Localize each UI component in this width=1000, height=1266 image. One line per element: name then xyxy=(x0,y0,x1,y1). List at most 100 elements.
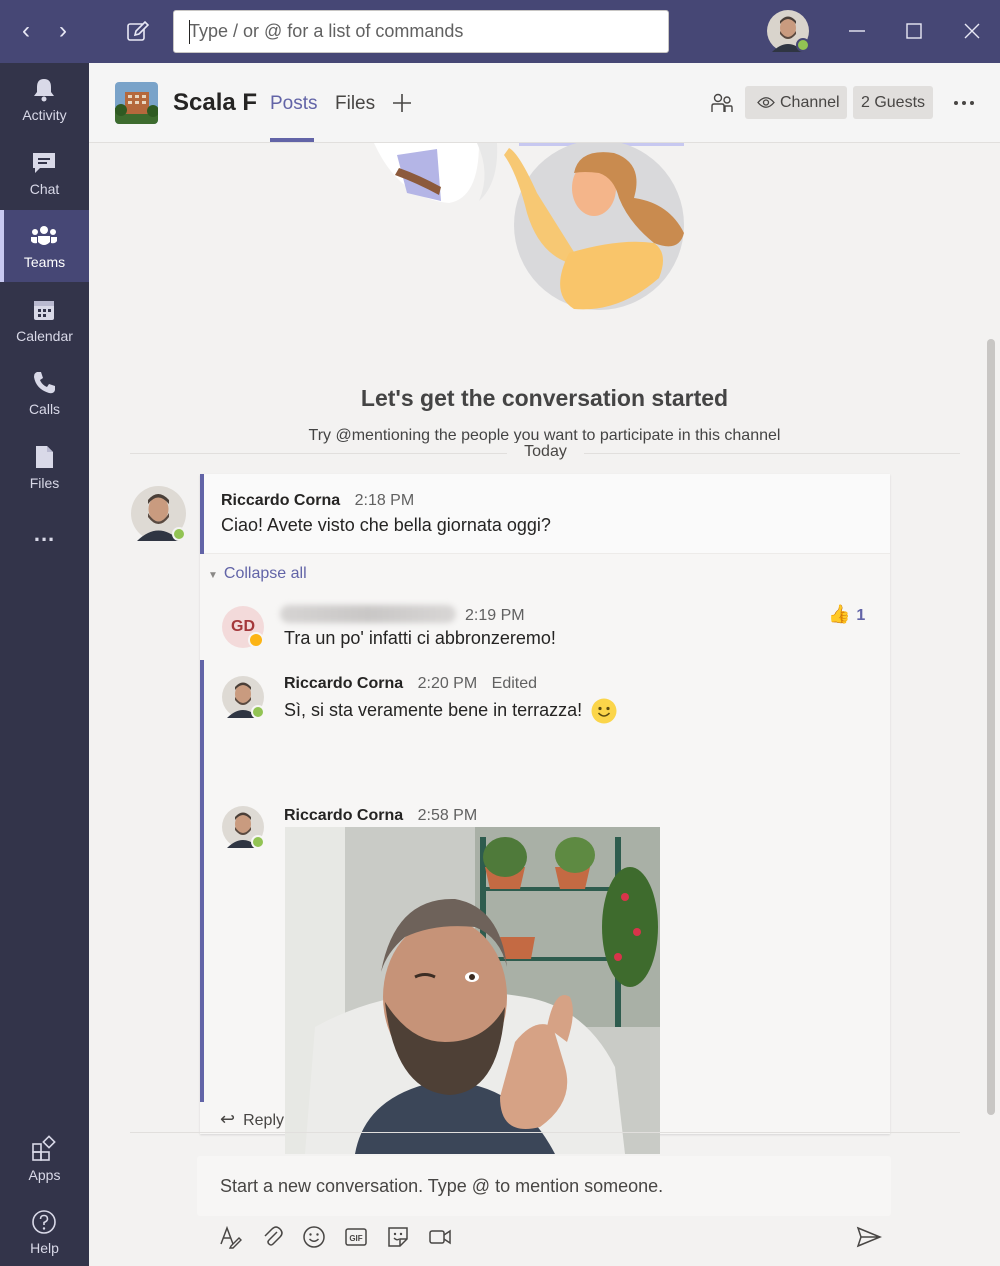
my-profile-avatar[interactable] xyxy=(767,10,810,52)
channel-header: Scala F Posts Files Channel 2 Guests xyxy=(89,63,1000,143)
emoji-icon[interactable] xyxy=(301,1224,327,1250)
composer-divider xyxy=(130,1132,960,1133)
calendar-icon xyxy=(34,301,54,320)
rail-item-calendar[interactable]: Calendar xyxy=(0,284,89,356)
rail-label: Chat xyxy=(29,181,60,197)
reply-message: Tra un po' infatti ci abbronzeremo! xyxy=(284,628,556,648)
thread-accent-bar xyxy=(200,474,204,554)
bell-icon xyxy=(34,79,54,102)
post-message: Ciao! Avete visto che bella giornata ogg… xyxy=(221,515,551,535)
sticker-icon[interactable] xyxy=(385,1224,411,1250)
rail-item-files[interactable]: Files xyxy=(0,431,89,503)
gif-icon[interactable]: GIF xyxy=(343,1224,369,1250)
add-tab-icon[interactable] xyxy=(390,91,414,115)
forward-arrow-icon[interactable]: › xyxy=(51,14,75,48)
maximize-icon[interactable] xyxy=(897,14,931,48)
team-name: Scala F xyxy=(173,89,258,116)
presence-available-icon xyxy=(172,527,186,541)
attach-icon[interactable] xyxy=(259,1224,285,1250)
post-author-avatar[interactable] xyxy=(131,486,186,541)
reply-timestamp: 2:20 PM xyxy=(417,675,478,692)
reply-message: Sì, si sta veramente bene in terrazza! xyxy=(284,698,617,724)
caret-down-icon: ▼ xyxy=(208,570,218,581)
like-reaction[interactable]: 👍 1 xyxy=(828,604,865,625)
title-bar: ‹ › xyxy=(0,0,1000,63)
compose-box[interactable] xyxy=(197,1156,891,1216)
minimize-icon[interactable] xyxy=(840,14,874,48)
format-icon[interactable] xyxy=(217,1224,243,1250)
reply-arrow-icon: ↩ xyxy=(220,1109,236,1129)
reply-author-name[interactable]: Riccardo Corna xyxy=(284,807,403,824)
tab-files[interactable]: Files xyxy=(335,93,375,115)
empty-state-title: Let's get the conversation started xyxy=(360,385,729,411)
app-bar: Activity Chat Teams Calendar Calls Files… xyxy=(0,63,89,1266)
reaction-count: 1 xyxy=(856,607,866,624)
eye-icon xyxy=(757,97,775,108)
teams-icon xyxy=(31,226,57,245)
send-icon[interactable] xyxy=(856,1225,882,1249)
command-search-input[interactable] xyxy=(174,11,668,52)
rail-label: Calendar xyxy=(16,328,73,344)
meet-now-icon[interactable] xyxy=(427,1224,453,1250)
root-post[interactable] xyxy=(200,474,890,554)
thread-accent-bar xyxy=(200,660,204,1102)
presence-available-icon xyxy=(251,835,265,849)
command-search-box[interactable] xyxy=(173,10,669,53)
post-timestamp: 2:18 PM xyxy=(354,492,415,509)
presence-available-icon xyxy=(251,705,265,719)
shared-photo[interactable] xyxy=(285,827,660,1154)
rail-item-activity[interactable]: Activity xyxy=(0,63,89,135)
chat-icon xyxy=(33,153,55,173)
collapse-all-label: Collapse all xyxy=(223,565,307,582)
more-apps-button[interactable]: ... xyxy=(0,521,89,547)
compose-input[interactable] xyxy=(197,1156,891,1216)
conversation-thread: Riccardo Corna 2:18 PM Ciao! Avete visto… xyxy=(200,474,890,1154)
reply-author-avatar[interactable] xyxy=(222,806,265,849)
reply-button[interactable]: ↩ Reply xyxy=(220,1109,284,1130)
reply-author-avatar[interactable] xyxy=(222,676,265,719)
presence-away-icon xyxy=(248,632,264,648)
file-icon xyxy=(36,446,53,468)
team-members-icon[interactable] xyxy=(710,91,734,115)
apps-icon xyxy=(32,1135,56,1161)
tab-posts[interactable]: Posts xyxy=(270,93,318,115)
guests-button[interactable]: 2 Guests xyxy=(853,86,933,119)
active-tab-indicator xyxy=(270,138,314,142)
reply-timestamp: 2:58 PM xyxy=(417,807,478,824)
reply-author-name[interactable]: Riccardo Corna xyxy=(284,675,403,692)
rail-label: Calls xyxy=(28,401,61,417)
team-avatar[interactable] xyxy=(115,82,158,124)
thumbs-up-icon: 👍 xyxy=(828,604,851,624)
new-chat-icon[interactable] xyxy=(122,16,152,46)
more-options-icon[interactable] xyxy=(951,91,977,115)
scrollbar-thumb[interactable] xyxy=(987,339,995,1115)
text-caret xyxy=(189,20,190,44)
close-icon[interactable] xyxy=(955,14,989,48)
rail-label: Help xyxy=(30,1240,59,1256)
collapse-all-button[interactable]: ▼ Collapse all xyxy=(208,565,307,583)
help-icon xyxy=(32,1210,56,1234)
presence-available-icon xyxy=(796,38,810,52)
channel-info-button[interactable]: Channel xyxy=(745,86,847,119)
date-divider: Today xyxy=(507,443,584,461)
reply-message-text: Sì, si sta veramente bene in terrazza! xyxy=(284,699,583,720)
rail-item-teams[interactable]: Teams xyxy=(0,210,89,282)
post-author-name[interactable]: Riccardo Corna xyxy=(221,492,340,509)
channel-label: Channel xyxy=(780,94,840,111)
rail-item-apps[interactable]: Apps xyxy=(0,1123,89,1195)
empty-state-illustration xyxy=(374,143,684,310)
edited-label: Edited xyxy=(491,675,538,692)
redacted-author-name xyxy=(280,605,456,623)
channel-view: Scala F Posts Files Channel 2 Guests Let… xyxy=(89,63,1000,1266)
reply-label: Reply xyxy=(243,1112,284,1129)
back-arrow-icon[interactable]: ‹ xyxy=(14,14,38,48)
rail-label: Activity xyxy=(22,107,67,123)
rail-item-help[interactable]: Help xyxy=(0,1196,89,1266)
rail-label: Apps xyxy=(28,1167,61,1183)
rail-item-chat[interactable]: Chat xyxy=(0,137,89,209)
rail-label: Files xyxy=(29,475,60,491)
smile-emoji-icon xyxy=(591,698,617,724)
rail-item-calls[interactable]: Calls xyxy=(0,357,89,429)
phone-icon xyxy=(34,372,55,394)
reply-timestamp: 2:19 PM xyxy=(465,607,525,624)
